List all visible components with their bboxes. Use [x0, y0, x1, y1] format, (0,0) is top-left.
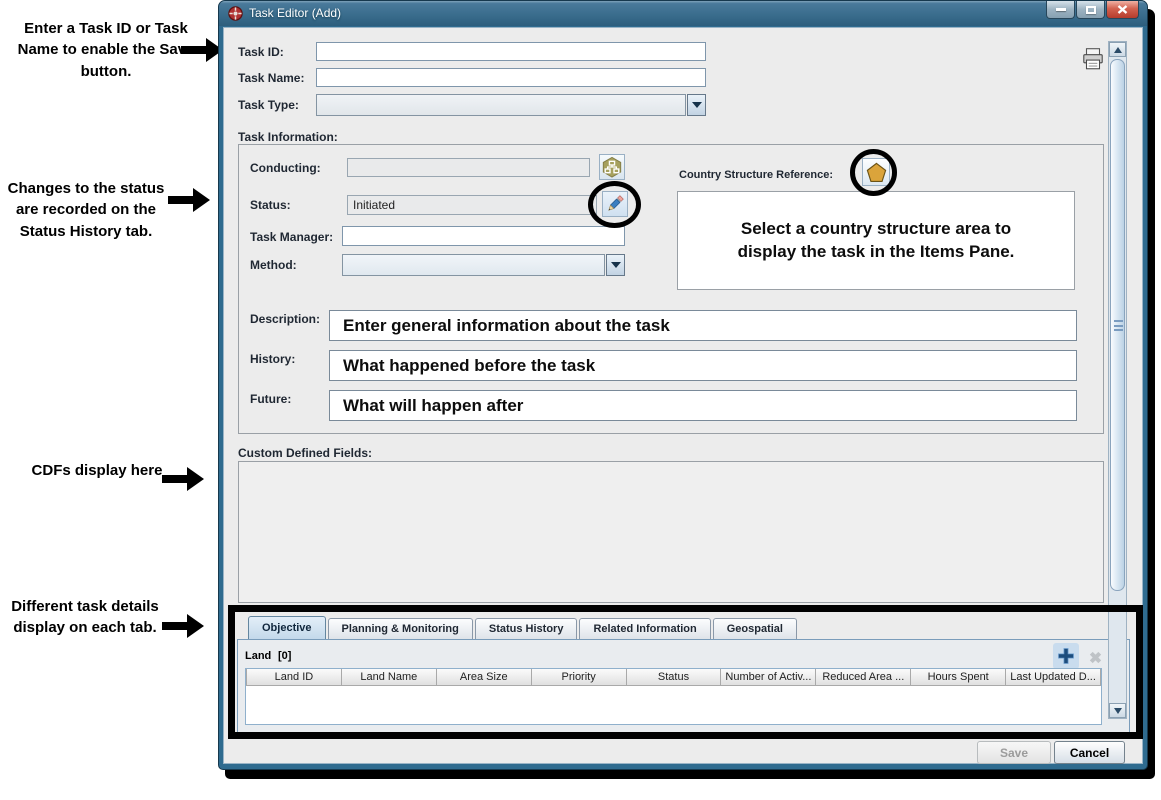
country-structure-hint: Select a country structure area to displ…	[712, 218, 1040, 262]
delete-x-icon	[1087, 649, 1104, 666]
close-icon	[1117, 5, 1128, 14]
minimize-button[interactable]	[1046, 1, 1075, 19]
task-type-value	[316, 94, 686, 116]
history-label: History:	[250, 352, 295, 366]
custom-defined-fields-pane	[238, 461, 1104, 603]
task-id-input[interactable]	[316, 42, 706, 61]
tab-status-history[interactable]: Status History	[475, 618, 578, 640]
task-detail-tabs: Objective Planning & Monitoring Status H…	[248, 616, 799, 640]
dialog-content: Task ID: Task Name: Task Type: Task Info…	[223, 27, 1143, 764]
col-header-reduced-area[interactable]: Reduced Area ...	[816, 669, 911, 686]
maximize-button[interactable]	[1076, 1, 1105, 19]
scrollbar-thumb[interactable]	[1110, 59, 1125, 591]
task-manager-label: Task Manager:	[250, 230, 333, 244]
status-label: Status:	[250, 198, 291, 212]
pencil-icon	[604, 193, 626, 215]
task-type-label: Task Type:	[238, 98, 299, 112]
print-button[interactable]	[1080, 46, 1106, 72]
country-structure-reference-label: Country Structure Reference:	[679, 169, 833, 181]
country-structure-picker-button[interactable]	[862, 158, 890, 186]
annotation-save-note: Enter a Task ID or Task Name to enable t…	[8, 18, 204, 82]
organization-hierarchy-icon	[601, 156, 623, 178]
pentagon-icon	[865, 161, 888, 184]
col-header-number-of-activities[interactable]: Number of Activ...	[721, 669, 816, 686]
method-label: Method:	[250, 258, 297, 272]
description-field[interactable]: Enter general information about the task	[329, 310, 1077, 341]
tab-related-information[interactable]: Related Information	[579, 618, 710, 640]
edit-status-button[interactable]	[602, 191, 628, 217]
chevron-up-icon	[1114, 47, 1122, 53]
delete-land-button[interactable]	[1085, 647, 1105, 667]
col-header-last-updated[interactable]: Last Updated D...	[1006, 669, 1101, 686]
task-name-input[interactable]	[316, 68, 706, 87]
task-name-label: Task Name:	[238, 71, 304, 85]
task-editor-window: Task Editor (Add) Task ID: Task Name: Ta…	[218, 0, 1148, 770]
plus-icon	[1056, 646, 1076, 666]
scrollbar-grip-icon	[1114, 320, 1123, 331]
tab-planning-monitoring[interactable]: Planning & Monitoring	[328, 618, 473, 640]
chevron-down-icon	[1114, 708, 1122, 714]
col-header-priority[interactable]: Priority	[532, 669, 627, 686]
tab-geospatial[interactable]: Geospatial	[713, 618, 797, 640]
method-value	[342, 254, 605, 276]
col-header-land-id[interactable]: Land ID	[246, 669, 342, 686]
land-table: Land ID Land Name Area Size Priority Sta…	[245, 668, 1102, 725]
tab-objective[interactable]: Objective	[248, 616, 326, 640]
annotation-tabs-note: Different task details display on each t…	[0, 596, 170, 639]
task-information-group: Conducting: Country Structure Reference:	[238, 144, 1104, 434]
method-select[interactable]	[342, 254, 625, 276]
printer-icon	[1080, 46, 1106, 72]
future-label: Future:	[250, 392, 291, 406]
future-field[interactable]: What will happen after	[329, 390, 1077, 421]
task-manager-input[interactable]	[342, 226, 625, 246]
cancel-button[interactable]: Cancel	[1054, 741, 1125, 764]
app-icon	[228, 6, 243, 21]
land-group-label: Land	[245, 650, 271, 662]
land-table-header: Land ID Land Name Area Size Priority Sta…	[246, 669, 1101, 686]
annotation-cdf-note: CDFs display here	[22, 460, 172, 481]
col-header-status[interactable]: Status	[627, 669, 722, 686]
col-header-area-size[interactable]: Area Size	[437, 669, 532, 686]
col-header-land-name[interactable]: Land Name	[342, 669, 437, 686]
save-button[interactable]: Save	[977, 741, 1051, 764]
objective-tab-panel: Land [0] Land ID Land Name Area Size Pri…	[237, 639, 1130, 733]
close-button[interactable]	[1106, 1, 1139, 19]
description-label: Description:	[250, 312, 320, 326]
annotation-status-note: Changes to the status are recorded on th…	[0, 178, 172, 242]
main-vertical-scrollbar[interactable]	[1108, 41, 1127, 719]
status-field[interactable]	[347, 195, 597, 215]
conducting-label: Conducting:	[250, 161, 321, 175]
add-land-button[interactable]	[1053, 643, 1079, 669]
task-type-select[interactable]	[316, 94, 706, 116]
scroll-down-button[interactable]	[1109, 703, 1126, 718]
window-title: Task Editor (Add)	[249, 1, 341, 26]
task-id-label: Task ID:	[238, 45, 284, 59]
country-structure-pane: Select a country structure area to displ…	[677, 191, 1075, 290]
land-count-badge: [0]	[278, 650, 291, 662]
scroll-up-button[interactable]	[1109, 42, 1126, 57]
chevron-down-icon	[611, 262, 621, 268]
history-field[interactable]: What happened before the task	[329, 350, 1077, 381]
task-information-label: Task Information:	[238, 130, 338, 144]
custom-defined-fields-label: Custom Defined Fields:	[238, 446, 372, 460]
chevron-down-icon	[692, 102, 702, 108]
conducting-picker-button[interactable]	[599, 154, 625, 180]
conducting-field[interactable]	[347, 158, 590, 177]
col-header-hours-spent[interactable]: Hours Spent	[911, 669, 1006, 686]
arrow-to-status	[168, 188, 210, 212]
method-dropdown-button[interactable]	[606, 254, 625, 276]
titlebar[interactable]: Task Editor (Add)	[219, 1, 1147, 26]
task-type-dropdown-button[interactable]	[687, 94, 706, 116]
